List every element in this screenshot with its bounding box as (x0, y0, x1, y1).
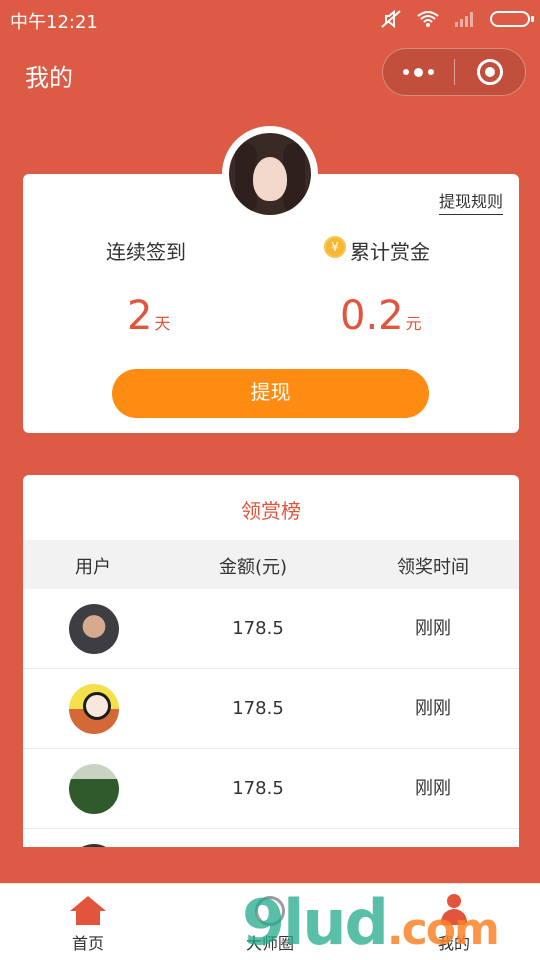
streak-number: 2 (127, 293, 153, 339)
bonus-value: 0.2 元 (340, 293, 422, 339)
avatar[interactable] (229, 133, 311, 215)
user-avatar (69, 684, 119, 734)
status-time: 中午12:21 (10, 12, 98, 33)
more-dot-icon (403, 69, 409, 75)
signal-icon (455, 12, 473, 27)
amount-cell: 178.5 (232, 778, 284, 799)
user-avatar (69, 764, 119, 814)
time-cell: 刚刚 (415, 778, 451, 799)
person-icon-head (447, 894, 461, 908)
amount-cell: 178.5 (232, 698, 284, 719)
battery-icon (490, 11, 534, 27)
more-dot-icon (428, 69, 434, 75)
avatar-face (253, 157, 287, 201)
tab-mine[interactable]: 我的 (394, 884, 514, 960)
bonus-unit: 元 (405, 314, 422, 333)
column-header-user: 用户 (75, 557, 111, 578)
withdraw-rules-link[interactable]: 提现规则 (439, 188, 504, 215)
withdraw-button[interactable]: 提现 (112, 369, 429, 418)
circle-icon (255, 896, 285, 926)
table-row[interactable]: 178.5 刚刚 (23, 589, 519, 669)
home-icon-body (76, 909, 100, 925)
mute-icon (381, 9, 401, 29)
amount-cell: 178.5 (232, 618, 284, 639)
target-icon (476, 59, 503, 85)
close-miniprogram-button[interactable] (455, 49, 525, 95)
user-avatar (69, 844, 119, 847)
ranking-header: 用户 金额(元) 领奖时间 (23, 540, 519, 589)
streak-value: 2天 (127, 293, 170, 339)
tab-master-circle[interactable]: 大师圈 (210, 884, 330, 960)
person-icon (439, 894, 469, 926)
bonus-number: 0.2 (340, 293, 404, 339)
wifi-icon (417, 11, 439, 27)
tab-home[interactable]: 首页 (28, 884, 148, 960)
miniprogram-capsule (382, 48, 526, 96)
tab-master-label: 大师圈 (245, 934, 294, 953)
ranking-card: 领赏榜 用户 金额(元) 领奖时间 178.5 刚刚 178.5 刚刚 178.… (23, 475, 519, 847)
bonus-label: 累计赏金 (350, 240, 430, 264)
tab-bar: 首页 大师圈 我的 (0, 883, 540, 960)
table-row[interactable] (23, 829, 519, 847)
page-title: 我的 (25, 64, 73, 92)
status-icons (380, 9, 534, 29)
time-cell: 刚刚 (415, 698, 451, 719)
person-icon-torso (441, 909, 467, 925)
tab-mine-label: 我的 (437, 934, 470, 953)
column-header-amount: 金额(元) (218, 557, 288, 578)
table-row[interactable]: 178.5 刚刚 (23, 749, 519, 829)
table-row[interactable]: 178.5 刚刚 (23, 669, 519, 749)
ranking-title: 领赏榜 (241, 499, 301, 523)
home-icon (70, 896, 106, 926)
user-avatar (69, 604, 119, 654)
column-header-time: 领奖时间 (397, 557, 469, 578)
more-menu-button[interactable] (383, 49, 454, 95)
streak-unit: 天 (154, 314, 171, 333)
tab-home-label: 首页 (71, 934, 104, 953)
time-cell: 刚刚 (415, 618, 451, 639)
more-dot-icon (414, 67, 423, 77)
coin-icon: ¥ (324, 236, 346, 258)
streak-label: 连续签到 (106, 240, 186, 264)
status-bar: 中午12:21 (0, 0, 540, 38)
